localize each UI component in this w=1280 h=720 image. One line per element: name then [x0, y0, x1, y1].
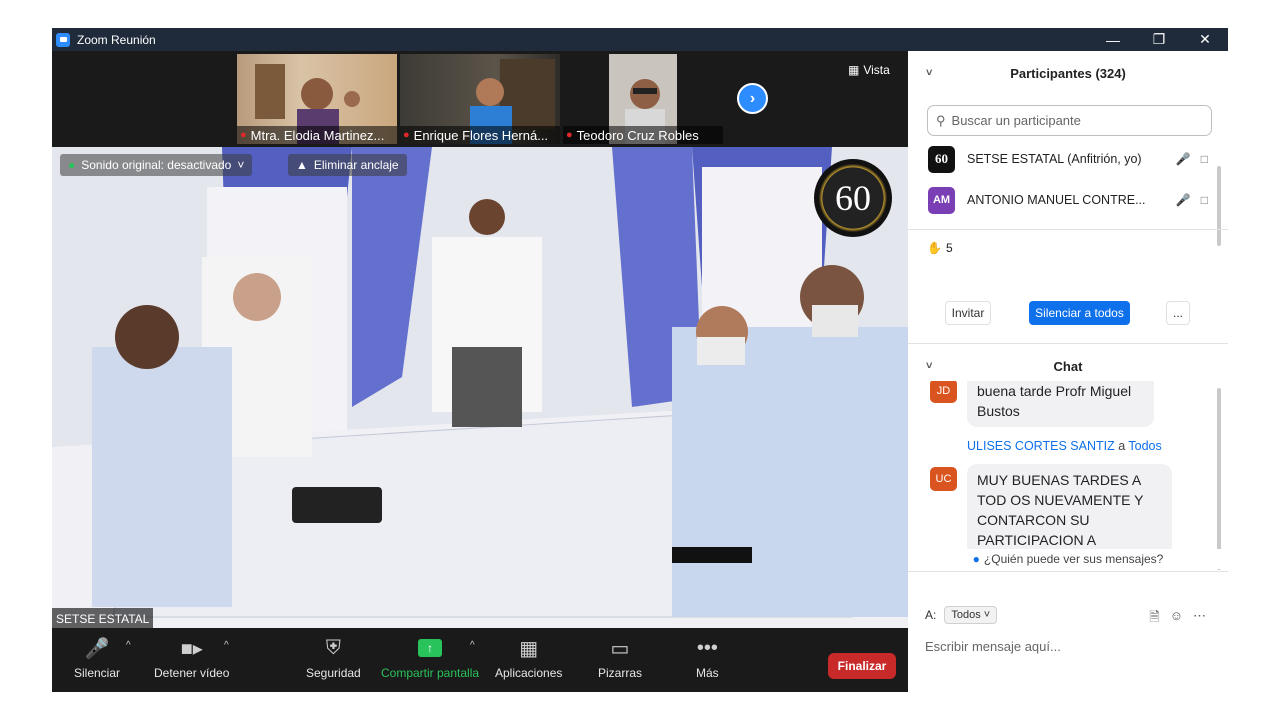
share-screen-button[interactable]: ↑ Compartir pantalla: [381, 636, 479, 680]
video-camera-icon[interactable]: □: [1201, 152, 1208, 166]
zoom-window: Zoom Reunión — ❐ ✕ ● Mtra. Elodia Martine…: [52, 28, 1228, 692]
participant-row[interactable]: AM ANTONIO MANUEL CONTRE... 🎤 □: [928, 185, 1208, 215]
pin-icon: ▲: [296, 158, 308, 172]
security-button[interactable]: ⛨ Seguridad: [306, 636, 361, 681]
video-area: ● Mtra. Elodia Martinez... ● Enrique Flore…: [52, 51, 908, 628]
apps-button[interactable]: ▦ Aplicaciones: [495, 636, 562, 681]
more-options-button[interactable]: ...: [1166, 301, 1190, 325]
participants-header: ˅ Participantes (324): [926, 65, 1126, 81]
ellipsis-icon[interactable]: ⋯: [1193, 608, 1206, 630]
participant-search-input[interactable]: ⚲ Buscar un participante: [927, 105, 1212, 136]
mic-muted-icon[interactable]: 🎤: [1176, 193, 1191, 207]
chat-scrollbar[interactable]: [1217, 388, 1221, 570]
mute-button[interactable]: 🎤 Silenciar: [74, 636, 120, 681]
audio-options-caret-icon[interactable]: ^: [126, 640, 131, 651]
mic-muted-icon: ●: [240, 129, 247, 141]
window-title: Zoom Reunión: [77, 32, 156, 47]
video-thumbnail-strip: ● Mtra. Elodia Martinez... ● Enrique Flore…: [52, 51, 908, 147]
microphone-icon[interactable]: 🎤: [1176, 152, 1191, 166]
divider: [908, 229, 1228, 230]
whiteboards-button[interactable]: ▭ Pizarras: [598, 636, 642, 681]
ellipsis-icon: •••: [696, 636, 718, 659]
file-icon[interactable]: 🗎: [1149, 608, 1159, 630]
invite-button[interactable]: Invitar: [945, 301, 991, 325]
next-page-arrow-icon[interactable]: ›: [737, 83, 768, 114]
emoji-icon[interactable]: ☺: [1170, 608, 1183, 630]
chat-bubble: buena tarde Profr Miguel Bustos: [967, 381, 1154, 427]
end-meeting-button[interactable]: Finalizar: [828, 653, 896, 679]
apps-icon: ▦: [519, 637, 539, 660]
side-panel: ˅ Participantes (324) ⚲ Buscar un partic…: [908, 51, 1228, 692]
view-button[interactable]: ▦ Vista: [848, 63, 890, 77]
chat-message-input[interactable]: Escribir mensaje aquí...: [925, 639, 1061, 654]
participant-name-label: ● Teodoro Cruz Robles: [563, 126, 723, 144]
chat-header: ˅ Chat: [926, 358, 1083, 374]
shield-icon: ⛨: [325, 636, 341, 659]
video-camera-icon[interactable]: □: [1201, 193, 1208, 207]
divider: [908, 343, 1228, 344]
message-sender: ULISES CORTES SANTIZ a Todos: [967, 439, 1162, 453]
participant-thumbnail[interactable]: ● Mtra. Elodia Martinez...: [237, 54, 397, 144]
avatar: AM: [928, 186, 955, 214]
mic-muted-icon: ●: [566, 129, 573, 141]
share-options-caret-icon[interactable]: ^: [470, 640, 475, 651]
original-sound-status[interactable]: ● Sonido original: desactivado ˅: [60, 154, 253, 176]
whiteboard-icon: ▭: [610, 637, 630, 660]
microphone-icon: 🎤: [84, 637, 110, 660]
more-button[interactable]: ••• Más: [696, 636, 719, 681]
shield-check-icon: ●: [68, 158, 76, 172]
mute-all-button[interactable]: Silenciar a todos: [1029, 301, 1130, 325]
zoom-app-icon: [56, 32, 70, 47]
chat-tools: 🗎 ☺ ⋯: [1149, 608, 1206, 630]
share-screen-icon: ↑: [418, 636, 443, 660]
close-button[interactable]: ✕: [1182, 28, 1228, 51]
recipient-select[interactable]: Todos ˅: [944, 606, 998, 624]
chevron-down-icon: ˅: [237, 158, 245, 172]
participant-thumbnail[interactable]: ● Teodoro Cruz Robles: [563, 54, 723, 144]
participants-scrollbar[interactable]: [1217, 166, 1221, 246]
anniversary-60-logo: 60: [814, 159, 892, 237]
meeting-toolbar: 🎤 Silenciar ^ ■▸ Detener vídeo ^ ⛨ Segur…: [52, 628, 908, 692]
unpin-button[interactable]: ▲ Eliminar anclaje: [288, 154, 407, 176]
participant-thumbnail[interactable]: ● Enrique Flores Herná...: [400, 54, 560, 144]
speaker-name-label: SETSE ESTATAL: [52, 608, 154, 628]
grid-icon: ▦: [848, 63, 860, 77]
main-speaker-video: ● Sonido original: desactivado ˅ ▲ Elimi…: [52, 147, 908, 628]
video-camera-icon: ■▸: [180, 637, 203, 660]
video-options-caret-icon[interactable]: ^: [224, 640, 229, 651]
clap-reaction-count: ✋ 5: [927, 241, 953, 255]
chat-recipient-row: A: Todos ˅: [925, 606, 998, 624]
mic-muted-icon: ●: [403, 129, 410, 141]
chat-bubble: MUY BUENAS TARDES A TOD OS NUEVAMENTE Y …: [967, 464, 1172, 549]
collapse-chevron-icon[interactable]: ˅: [926, 67, 932, 79]
participant-name-label: ● Enrique Flores Herná...: [400, 126, 560, 144]
who-can-see-messages-link[interactable]: ● ¿Quién puede ver sus mensajes?: [908, 549, 1228, 569]
clapping-hands-icon: ✋: [927, 241, 942, 255]
restore-button[interactable]: ❐: [1136, 28, 1182, 51]
participant-row[interactable]: 60 SETSE ESTATAL (Anfitrión, yo) 🎤 □: [928, 144, 1208, 174]
search-icon: ⚲: [936, 112, 946, 128]
minimize-button[interactable]: —: [1090, 28, 1136, 51]
meeting-room-scene: [52, 147, 908, 628]
avatar: 60: [928, 145, 955, 173]
person-icon: ●: [972, 552, 980, 566]
avatar: JD: [930, 381, 957, 403]
divider: [908, 571, 1228, 572]
title-bar: Zoom Reunión — ❐ ✕: [52, 28, 1228, 51]
participant-name-label: ● Mtra. Elodia Martinez...: [237, 126, 397, 144]
avatar: UC: [930, 467, 957, 491]
chat-messages-area: JD buena tarde Profr Miguel Bustos ULISE…: [908, 381, 1228, 549]
collapse-chevron-icon[interactable]: ˅: [926, 360, 932, 372]
stop-video-button[interactable]: ■▸ Detener vídeo: [154, 636, 229, 681]
